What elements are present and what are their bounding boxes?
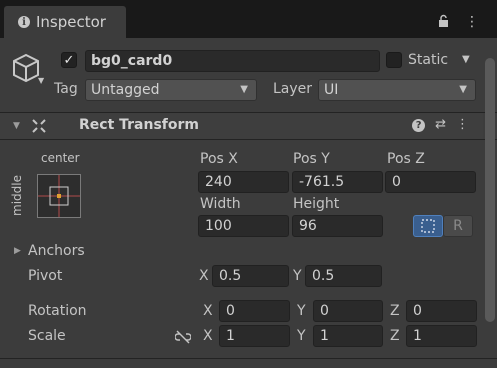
tab-inspector[interactable]: i Inspector — [4, 6, 126, 38]
scale-x-axis: X — [203, 328, 213, 344]
pos-z-value: 0 — [392, 174, 401, 190]
pos-z-label: Pos Z — [387, 151, 425, 167]
component-title: Rect Transform — [79, 117, 200, 133]
scale-y-value: 1 — [320, 328, 329, 344]
rotation-x-axis: X — [203, 303, 213, 319]
rect-transform-header[interactable]: ▼ Rect Transform ? ⇄ ⋮ — [0, 113, 483, 139]
anchor-preset-icon — [38, 175, 80, 217]
rotation-y-value: 0 — [320, 303, 329, 319]
fold-arrow-icon[interactable]: ▼ — [13, 121, 20, 131]
lock-icon[interactable] — [438, 14, 449, 31]
scale-label: Scale — [28, 328, 66, 344]
pos-x-field[interactable]: 240 — [198, 171, 289, 193]
rotation-x-field[interactable]: 0 — [219, 300, 290, 322]
pivot-y-value: 0.5 — [312, 268, 335, 284]
pos-x-value: 240 — [205, 174, 232, 190]
tag-value: Untagged — [91, 82, 160, 98]
pos-y-field[interactable]: -761.5 — [292, 171, 383, 193]
rotation-x-value: 0 — [226, 303, 235, 319]
component-tools: ? ⇄ ⋮ — [412, 117, 469, 132]
inspector-panel: ▼ ✓ bg0_card0 Static ▼ Tag Untagged ▼ La… — [0, 38, 497, 368]
anchors-label[interactable]: Anchors — [28, 243, 85, 259]
raw-edit-button[interactable]: R — [443, 215, 473, 237]
rect-transform-icon — [32, 119, 46, 133]
vertical-scrollbar[interactable] — [485, 58, 495, 322]
layer-label: Layer — [273, 81, 313, 97]
anchors-fold-icon[interactable]: ▶ — [14, 246, 21, 256]
tab-inspector-label: Inspector — [36, 13, 106, 31]
rotation-label: Rotation — [28, 303, 87, 319]
tab-tools: ⋮ — [438, 14, 479, 31]
rotation-z-value: 0 — [413, 303, 422, 319]
pos-y-value: -761.5 — [299, 174, 345, 190]
scale-y-field[interactable]: 1 — [313, 325, 383, 347]
pivot-y-field[interactable]: 0.5 — [305, 265, 382, 287]
static-dropdown-icon[interactable]: ▼ — [462, 54, 470, 65]
divider — [0, 139, 497, 140]
object-name-value: bg0_card0 — [91, 53, 173, 69]
width-field[interactable]: 100 — [198, 215, 289, 237]
constrain-proportions-icon[interactable] — [175, 330, 191, 344]
tag-dropdown[interactable]: Untagged ▼ — [85, 79, 257, 101]
static-checkbox[interactable] — [386, 52, 402, 68]
rotation-z-axis: Z — [390, 303, 400, 319]
blueprint-mode-button[interactable] — [413, 215, 443, 237]
blueprint-icon — [421, 219, 435, 233]
object-name-field[interactable]: bg0_card0 — [85, 50, 380, 72]
anchor-v-label: middle — [10, 175, 24, 216]
more-options-icon[interactable]: ⋮ — [465, 14, 479, 31]
tag-label: Tag — [54, 81, 78, 97]
chevron-down-icon: ▼ — [459, 84, 467, 95]
static-label: Static — [408, 52, 449, 68]
pivot-y-axis: Y — [293, 268, 302, 284]
anchor-h-label: center — [41, 151, 80, 165]
active-checkbox[interactable]: ✓ — [61, 52, 77, 68]
scale-z-field[interactable]: 1 — [406, 325, 477, 347]
anchor-preset-button[interactable] — [37, 174, 81, 218]
component-menu-icon[interactable]: ⋮ — [456, 117, 469, 132]
divider — [0, 358, 497, 359]
height-field[interactable]: 96 — [292, 215, 383, 237]
info-icon: i — [18, 16, 30, 28]
width-value: 100 — [205, 218, 232, 234]
raw-edit-label: R — [453, 218, 463, 234]
pos-y-label: Pos Y — [293, 151, 330, 167]
scale-x-value: 1 — [226, 328, 235, 344]
height-value: 96 — [299, 218, 317, 234]
help-icon[interactable]: ? — [412, 119, 426, 132]
tab-bar: i Inspector ⋮ — [0, 0, 497, 38]
layer-dropdown[interactable]: UI ▼ — [318, 79, 476, 101]
rotation-y-axis: Y — [297, 303, 306, 319]
scale-z-value: 1 — [413, 328, 422, 344]
pos-z-field[interactable]: 0 — [385, 171, 476, 193]
pos-x-label: Pos X — [200, 151, 238, 167]
scale-x-field[interactable]: 1 — [219, 325, 290, 347]
preset-icon[interactable]: ⇄ — [435, 117, 446, 132]
scale-z-axis: Z — [390, 328, 400, 344]
pivot-label: Pivot — [28, 268, 63, 284]
scale-y-axis: Y — [297, 328, 306, 344]
chevron-down-icon[interactable]: ▼ — [38, 76, 44, 85]
rotation-y-field[interactable]: 0 — [313, 300, 383, 322]
pivot-x-field[interactable]: 0.5 — [212, 265, 289, 287]
height-label: Height — [293, 196, 340, 212]
chevron-down-icon: ▼ — [240, 84, 248, 95]
pivot-x-value: 0.5 — [219, 268, 242, 284]
width-label: Width — [200, 196, 241, 212]
rotation-z-field[interactable]: 0 — [406, 300, 477, 322]
pivot-x-axis: X — [199, 268, 209, 284]
layer-value: UI — [324, 82, 339, 98]
